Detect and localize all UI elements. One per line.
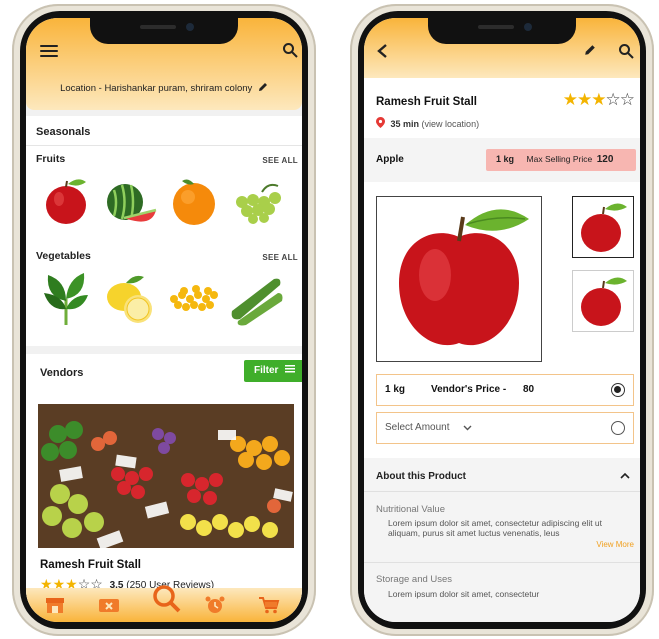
about-title: About this Product [376,471,466,482]
stall-rating: ★★★☆☆ [562,90,635,110]
price-option-select-amount[interactable]: Select Amount [376,412,634,444]
seasonals-section: Seasonals Fruits SEE ALL Vegetables SEE … [26,116,302,346]
storage-text: Lorem ipsum dolor sit amet, consectetur [388,589,540,599]
fruit-orange-tile[interactable] [164,172,224,230]
apple-image [46,179,86,224]
edit-icon[interactable] [258,82,268,92]
home-screen: Location - Harishankar puram, shriram co… [26,18,302,622]
radio-unselected[interactable] [611,421,625,435]
veg-lemon-tile[interactable] [100,269,160,327]
thumbnail-1[interactable] [572,196,634,258]
product-screen: Ramesh Fruit Stall ★★★☆☆ 35 min (view lo… [364,18,640,622]
phone-left: Location - Harishankar puram, shriram co… [12,4,316,636]
view-more-link[interactable]: View More [596,540,634,549]
back-arrow-icon[interactable] [376,44,390,58]
star-empty-icon: ☆ [619,90,635,109]
max-price-chip: 1 kg Max Selling Price 120 [486,149,636,171]
vendor-name[interactable]: Ramesh Fruit Stall [40,559,141,571]
stall-name: Ramesh Fruit Stall [376,96,477,108]
filter-label: Filter [254,365,279,376]
star-filled-icon: ★ [577,90,592,109]
delivery-time: 35 min [390,119,420,129]
vegetables-title: Vegetables [36,250,91,262]
price-option-vendor[interactable]: 1 kg Vendor's Price - 80 [376,374,634,406]
apple-thumb-icon [581,203,627,252]
menu-icon[interactable] [40,42,58,60]
coupon-icon[interactable] [98,596,120,614]
location-pin-icon [376,117,385,128]
store-icon[interactable] [44,596,66,614]
about-header[interactable]: About this Product [364,458,640,492]
spinach-image [44,273,88,325]
filter-list-icon [285,365,296,373]
delivery-info: 35 min (view location) [376,117,479,129]
grapes-image [236,183,281,224]
apple-thumb-icon [581,277,627,326]
phone-right: Ramesh Fruit Stall ★★★☆☆ 35 min (view lo… [350,4,654,636]
fruit-grapes-tile[interactable] [228,172,284,230]
filter-button[interactable]: Filter [244,360,302,382]
search-icon[interactable] [618,43,634,59]
search-nav-icon[interactable] [150,582,182,614]
option-price: 80 [523,384,535,395]
thumbnail-2[interactable] [572,270,634,332]
orange-image [173,179,215,225]
lemon-image [107,275,152,323]
star-filled-icon: ★ [562,90,578,109]
nutrition-text: Lorem ipsum dolor sit amet, consectetur … [388,518,603,538]
apple-large-image [399,209,529,346]
veg-spinach-tile[interactable] [36,269,96,327]
chip-qty: 1 kg [496,154,515,164]
chevron-down-icon [463,425,472,431]
veg-corn-tile[interactable] [164,269,224,327]
fruit-apple-tile[interactable] [36,172,96,230]
star-filled-icon: ★ [591,90,606,109]
fruit-watermelon-tile[interactable] [100,172,160,230]
vendor-image[interactable] [38,404,294,548]
chip-price: 120 [596,154,614,165]
fruits-title: Fruits [36,153,66,165]
veg-cucumber-tile[interactable] [228,269,284,327]
option-label: Vendor's Price - [431,384,507,395]
about-section: About this Product Nutritional Value Lor… [364,458,640,622]
select-amount-label: Select Amount [385,422,450,433]
cucumber-image [231,278,283,326]
fruits-see-all-link[interactable]: SEE ALL [262,156,298,165]
star-empty-icon: ☆ [605,90,621,109]
bottom-nav [26,585,302,622]
option-qty: 1 kg [385,384,406,395]
nutrition-title: Nutritional Value [376,504,446,515]
product-row: Apple 1 kg Max Selling Price 120 [364,138,640,182]
view-location-link[interactable]: (view location) [422,119,480,129]
radio-selected[interactable] [611,383,625,397]
location-text: Location - Harishankar puram, shriram co… [60,83,253,94]
product-name: Apple [376,154,404,165]
chevron-up-icon[interactable] [620,472,630,479]
location-bar[interactable]: Location - Harishankar puram, shriram co… [26,82,302,94]
seasonals-title: Seasonals [36,126,91,138]
market-stall-image [38,404,294,548]
vendors-section: Vendors Filter Ramesh Fruit Stall ★★★☆☆ … [26,354,302,614]
cart-icon[interactable] [258,596,280,614]
search-icon[interactable] [282,42,298,58]
vegetables-see-all-link[interactable]: SEE ALL [262,253,298,262]
corn-image [170,285,218,311]
alarm-clock-icon[interactable] [204,596,226,614]
product-main-image[interactable] [376,196,542,362]
edit-icon[interactable] [584,44,596,56]
vendors-title: Vendors [40,367,84,379]
watermelon-image [107,184,157,222]
chip-label: Max Selling Price [526,154,593,164]
storage-title: Storage and Uses [376,574,453,585]
